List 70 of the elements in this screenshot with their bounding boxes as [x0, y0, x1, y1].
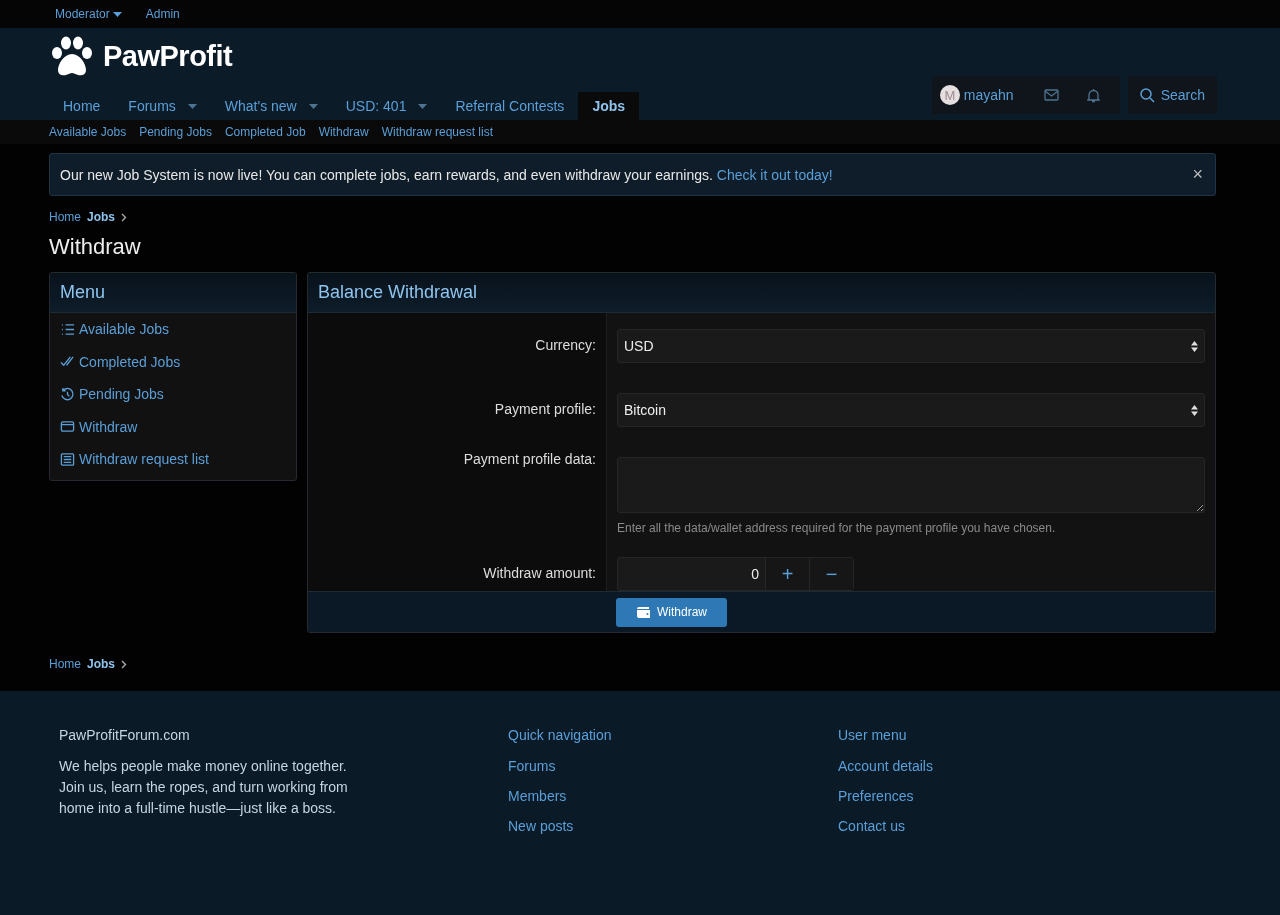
footer-text: We helps people make money online together. Join us, learn the ropes, and turn working from home into a full-time hustle—just like a boss. [59, 757, 349, 818]
sub-nav-link[interactable]: Withdraw [318, 125, 369, 139]
caret-icon [112, 11, 122, 17]
sub-nav-link[interactable]: Completed Job [224, 125, 306, 139]
nav-tab[interactable]: What's new [210, 92, 332, 120]
field-label: Payment profile data: [463, 451, 596, 467]
list-box-icon [60, 451, 75, 467]
footer-link[interactable]: Members [508, 786, 838, 807]
breadcrumb-link[interactable]: Home [49, 657, 81, 671]
menu-link[interactable]: Withdraw [50, 410, 296, 443]
menu-link[interactable]: Completed Jobs [50, 345, 296, 378]
wallet-icon [636, 605, 651, 619]
chevron-right-icon [121, 212, 128, 222]
nav-tab[interactable]: Forums [114, 92, 211, 120]
bell-icon [1086, 87, 1100, 103]
envelope-icon [1043, 89, 1059, 101]
list-icon [60, 321, 75, 337]
search-icon [1139, 87, 1155, 103]
footer-link[interactable]: Account details [838, 756, 1168, 777]
menu-link[interactable]: Pending Jobs [50, 378, 296, 411]
increment-button[interactable]: + [765, 558, 809, 590]
field-label: Withdraw amount: [483, 565, 596, 581]
select-field[interactable]: USD [617, 329, 1205, 363]
sub-nav-link[interactable]: Pending Jobs [139, 125, 212, 139]
field-label: Currency: [535, 337, 596, 353]
footer-link[interactable]: Contact us [838, 816, 1168, 837]
profile-data-field[interactable] [617, 457, 1205, 513]
breadcrumb-link[interactable]: Jobs [87, 210, 116, 224]
footer-heading: Quick navigation [508, 727, 613, 743]
logo-text: PawProfit [103, 39, 233, 73]
wallet-icon [60, 419, 75, 435]
sub-nav-link[interactable]: Withdraw request list [381, 125, 493, 139]
panel-title: Balance Withdrawal [308, 273, 1215, 313]
staff-link[interactable]: Admin [145, 7, 180, 21]
caret-icon [187, 103, 197, 109]
nav-tab[interactable]: Home [49, 92, 115, 120]
page-title: Withdraw [49, 234, 142, 260]
nav-tab[interactable]: Jobs [578, 92, 640, 120]
close-button[interactable]: × [1190, 164, 1205, 185]
avatar: M [939, 85, 960, 105]
menu-title: Menu [50, 273, 296, 313]
history-icon [60, 386, 75, 402]
search-button[interactable]: Search [1127, 76, 1217, 114]
nav-tab[interactable]: USD: 401 [331, 92, 442, 120]
staff-link[interactable]: Moderator [55, 7, 122, 21]
caret-icon [418, 103, 428, 109]
footer-link[interactable]: New posts [508, 816, 838, 837]
select-arrows-icon [1191, 404, 1198, 416]
notice-link[interactable]: Check it out today! [716, 166, 833, 183]
sub-nav-link[interactable]: Available Jobs [49, 125, 127, 139]
select-arrows-icon [1191, 340, 1198, 352]
field-label: Payment profile: [494, 401, 596, 417]
field-hint: Enter all the data/wallet address required for the payment profile you have chosen. [617, 521, 1057, 535]
caret-icon [308, 103, 318, 109]
breadcrumb-link[interactable]: Home [49, 210, 81, 224]
nav-tab[interactable]: Referral Contests [441, 92, 579, 120]
breadcrumb-link[interactable]: Jobs [87, 657, 116, 671]
notice-text: Our new Job System is now live! You can complete jobs, earn rewards, and even withdraw your earnings. Check it out today! [60, 166, 833, 183]
footer-title: PawProfitForum.com [59, 727, 191, 743]
select-field[interactable]: Bitcoin [617, 393, 1205, 427]
chevron-right-icon [121, 659, 128, 669]
footer-link[interactable]: Preferences [838, 786, 1168, 807]
withdraw-button[interactable]: Withdraw [616, 597, 727, 627]
footer-heading: User menu [838, 727, 908, 743]
menu-link[interactable]: Withdraw request list [50, 443, 296, 476]
amount-field[interactable]: 0 + − [617, 557, 854, 591]
footer-link[interactable]: Forums [508, 756, 838, 777]
decrement-button[interactable]: − [809, 558, 853, 590]
menu-link[interactable]: Available Jobs [50, 313, 296, 346]
paw-logo-icon [51, 36, 93, 76]
